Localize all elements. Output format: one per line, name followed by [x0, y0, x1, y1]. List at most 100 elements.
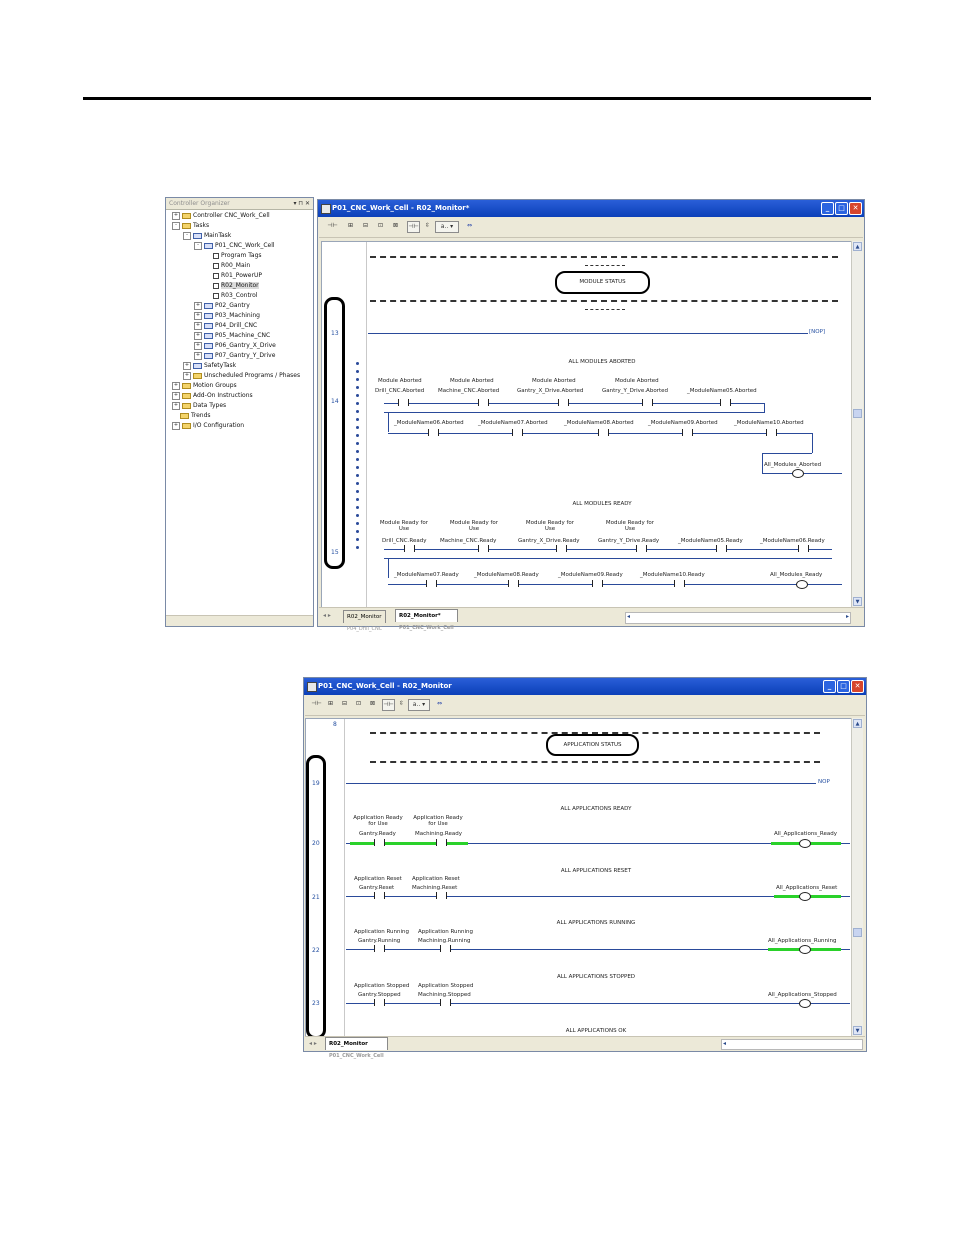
branch-icon[interactable]: ⊞ — [325, 699, 336, 709]
expand-icon[interactable]: + — [194, 341, 202, 350]
tree-item[interactable]: + SafetyTask — [183, 361, 236, 370]
scroll-down-icon[interactable]: ▼ — [853, 1026, 862, 1035]
xic-contact[interactable] — [440, 999, 451, 1006]
tree-item[interactable]: + P07_Gantry_Y_Drive — [194, 351, 275, 360]
xic-contact[interactable] — [426, 580, 437, 587]
ote-coil[interactable] — [792, 469, 804, 478]
ote-coil[interactable] — [799, 892, 811, 901]
branch-level-icon[interactable]: ⊟ — [360, 221, 371, 231]
coil-tag[interactable]: All_Modules_Aborted — [764, 462, 821, 468]
contact-tag[interactable]: Machine_CNC.Aborted — [438, 388, 499, 394]
xic-contact[interactable] — [404, 545, 415, 552]
expand-icon[interactable]: + — [172, 381, 180, 390]
tree-item[interactable]: + P05_Machine_CNC — [194, 331, 270, 340]
minimize-icon[interactable]: _ — [821, 202, 834, 215]
collapse-icon[interactable]: - — [194, 241, 202, 250]
rung-icon[interactable]: ⊣⊢ — [327, 221, 338, 231]
xic-contact[interactable] — [374, 999, 385, 1006]
xic-contact[interactable] — [478, 545, 489, 552]
contact-tag[interactable]: Gantry_X_Drive.Ready — [518, 538, 580, 544]
xic-contact[interactable] — [716, 545, 727, 552]
coil-tag[interactable]: All_Modules_Ready — [770, 572, 822, 578]
expand-icon[interactable]: + — [194, 321, 202, 330]
xic-contact[interactable] — [798, 545, 809, 552]
xic-contact[interactable] — [374, 945, 385, 952]
contact-tag[interactable]: _ModuleName07.Aborted — [478, 420, 548, 426]
tree-item[interactable]: R01_PowerUP — [205, 271, 262, 280]
expand-icon[interactable]: + — [172, 421, 180, 430]
rung-icon[interactable]: ⊣⊢ — [311, 699, 322, 709]
xic-contact[interactable] — [642, 399, 653, 406]
horizontal-scrollbar[interactable]: ◂ — [721, 1039, 863, 1050]
tree-item[interactable]: Trends — [172, 411, 211, 420]
ote-coil[interactable] — [799, 945, 811, 954]
tab-r02-monitor-workcell[interactable]: R02_Monitor* P01_CNC_Work_Cell — [395, 609, 458, 631]
nop-instruction[interactable]: [NOP] — [809, 329, 825, 335]
contact-tag[interactable]: _ModuleName10.Ready — [640, 572, 705, 578]
tab-r02-monitor[interactable]: R02_Monitor P01_CNC_Work_Cell — [325, 1037, 388, 1059]
contact-tag[interactable]: Gantry.Ready — [359, 831, 396, 837]
contact-tag[interactable]: Machining.Stopped — [418, 992, 471, 998]
vertical-scrollbar[interactable]: ▲ ▼ — [851, 241, 863, 607]
xic-contact[interactable] — [558, 399, 569, 406]
tree-scrollbar[interactable] — [166, 615, 313, 626]
expand-icon[interactable]: + — [194, 301, 202, 310]
xic-icon[interactable]: ⊣⊢ — [407, 221, 420, 233]
xic-contact[interactable] — [598, 429, 609, 436]
contact-tag[interactable]: Machining.Ready — [415, 831, 462, 837]
tree-item[interactable]: + Unscheduled Programs / Phases — [183, 371, 300, 380]
xic-contact[interactable] — [636, 545, 647, 552]
window-titlebar[interactable]: P01_CNC_Work_Cell - R02_Monitor* _ □ ✕ — [318, 200, 864, 217]
scroll-up-icon[interactable]: ▲ — [853, 719, 862, 728]
coil-tag[interactable]: All_Applications_Stopped — [768, 992, 837, 998]
tree-item[interactable]: R00_Main — [205, 261, 250, 270]
xic-icon[interactable]: ⊣⊢ — [382, 699, 395, 711]
tree-item[interactable]: + P02_Gantry — [194, 301, 250, 310]
maximize-icon[interactable]: □ — [837, 680, 850, 693]
contact-tag[interactable]: Gantry_X_Drive.Aborted — [517, 388, 583, 394]
contact-tag[interactable]: _ModuleName05.Ready — [678, 538, 743, 544]
xic-contact[interactable] — [766, 429, 777, 436]
tab-r02-monitor-drill[interactable]: R02_Monitor P04_Drill_CNC — [343, 610, 387, 632]
contact-tag[interactable]: Gantry.Running — [358, 938, 400, 944]
coil-tag[interactable]: All_Applications_Running — [768, 938, 836, 944]
xic-contact[interactable] — [720, 399, 731, 406]
contact-icon[interactable]: ⊡ — [353, 699, 364, 709]
vertical-scrollbar[interactable]: ▲ ▼ — [851, 718, 863, 1036]
expand-icon[interactable]: + — [172, 401, 180, 410]
collapse-icon[interactable]: - — [183, 231, 191, 240]
contact-tag[interactable]: _ModuleName08.Ready — [474, 572, 539, 578]
ote-coil[interactable] — [796, 580, 808, 589]
contact-tag[interactable]: _ModuleName09.Ready — [558, 572, 623, 578]
xic-contact[interactable] — [512, 429, 523, 436]
contact-tag[interactable]: _ModuleName08.Aborted — [564, 420, 634, 426]
expand-icon[interactable]: + — [194, 331, 202, 340]
tree-item[interactable]: R03_Control — [205, 291, 258, 300]
xic-contact[interactable] — [478, 399, 489, 406]
branch-icon[interactable]: ⊞ — [345, 221, 356, 231]
tree-item[interactable]: - P01_CNC_Work_Cell — [194, 241, 275, 250]
contact-tag[interactable]: Machining.Reset — [412, 885, 457, 891]
navigate-icon[interactable]: ⇔ — [434, 699, 445, 709]
contact-tag[interactable]: _ModuleName06.Ready — [760, 538, 825, 544]
ote-coil[interactable] — [799, 839, 811, 848]
contact-tag[interactable]: Gantry_Y_Drive.Ready — [598, 538, 659, 544]
contact-tag[interactable]: Gantry.Stopped — [358, 992, 401, 998]
tree-item[interactable]: + Data Types — [172, 401, 226, 410]
element-dropdown[interactable]: a.. ▾ — [408, 699, 430, 711]
pin-close-icons[interactable]: ▾ ⊓ ✕ — [293, 198, 310, 209]
contact-tag[interactable]: _ModuleName10.Aborted — [734, 420, 804, 426]
zoom-icon[interactable]: ⇳ — [396, 699, 407, 709]
xic-contact[interactable] — [508, 580, 519, 587]
ote-coil[interactable] — [799, 999, 811, 1008]
close-icon[interactable]: ✕ — [851, 680, 864, 693]
xic-contact[interactable] — [440, 945, 451, 952]
contact-icon[interactable]: ⊡ — [375, 221, 386, 231]
tree-item[interactable]: + P03_Machining — [194, 311, 260, 320]
horizontal-scrollbar[interactable]: ◂ ▸ — [625, 612, 851, 624]
scroll-left-icon[interactable]: ◂ — [627, 613, 630, 620]
expand-icon[interactable]: + — [172, 211, 180, 220]
tree-item[interactable]: R02_Monitor — [205, 281, 259, 290]
collapse-icon[interactable]: - — [172, 221, 180, 230]
contact-tag[interactable]: Machining.Running — [418, 938, 470, 944]
